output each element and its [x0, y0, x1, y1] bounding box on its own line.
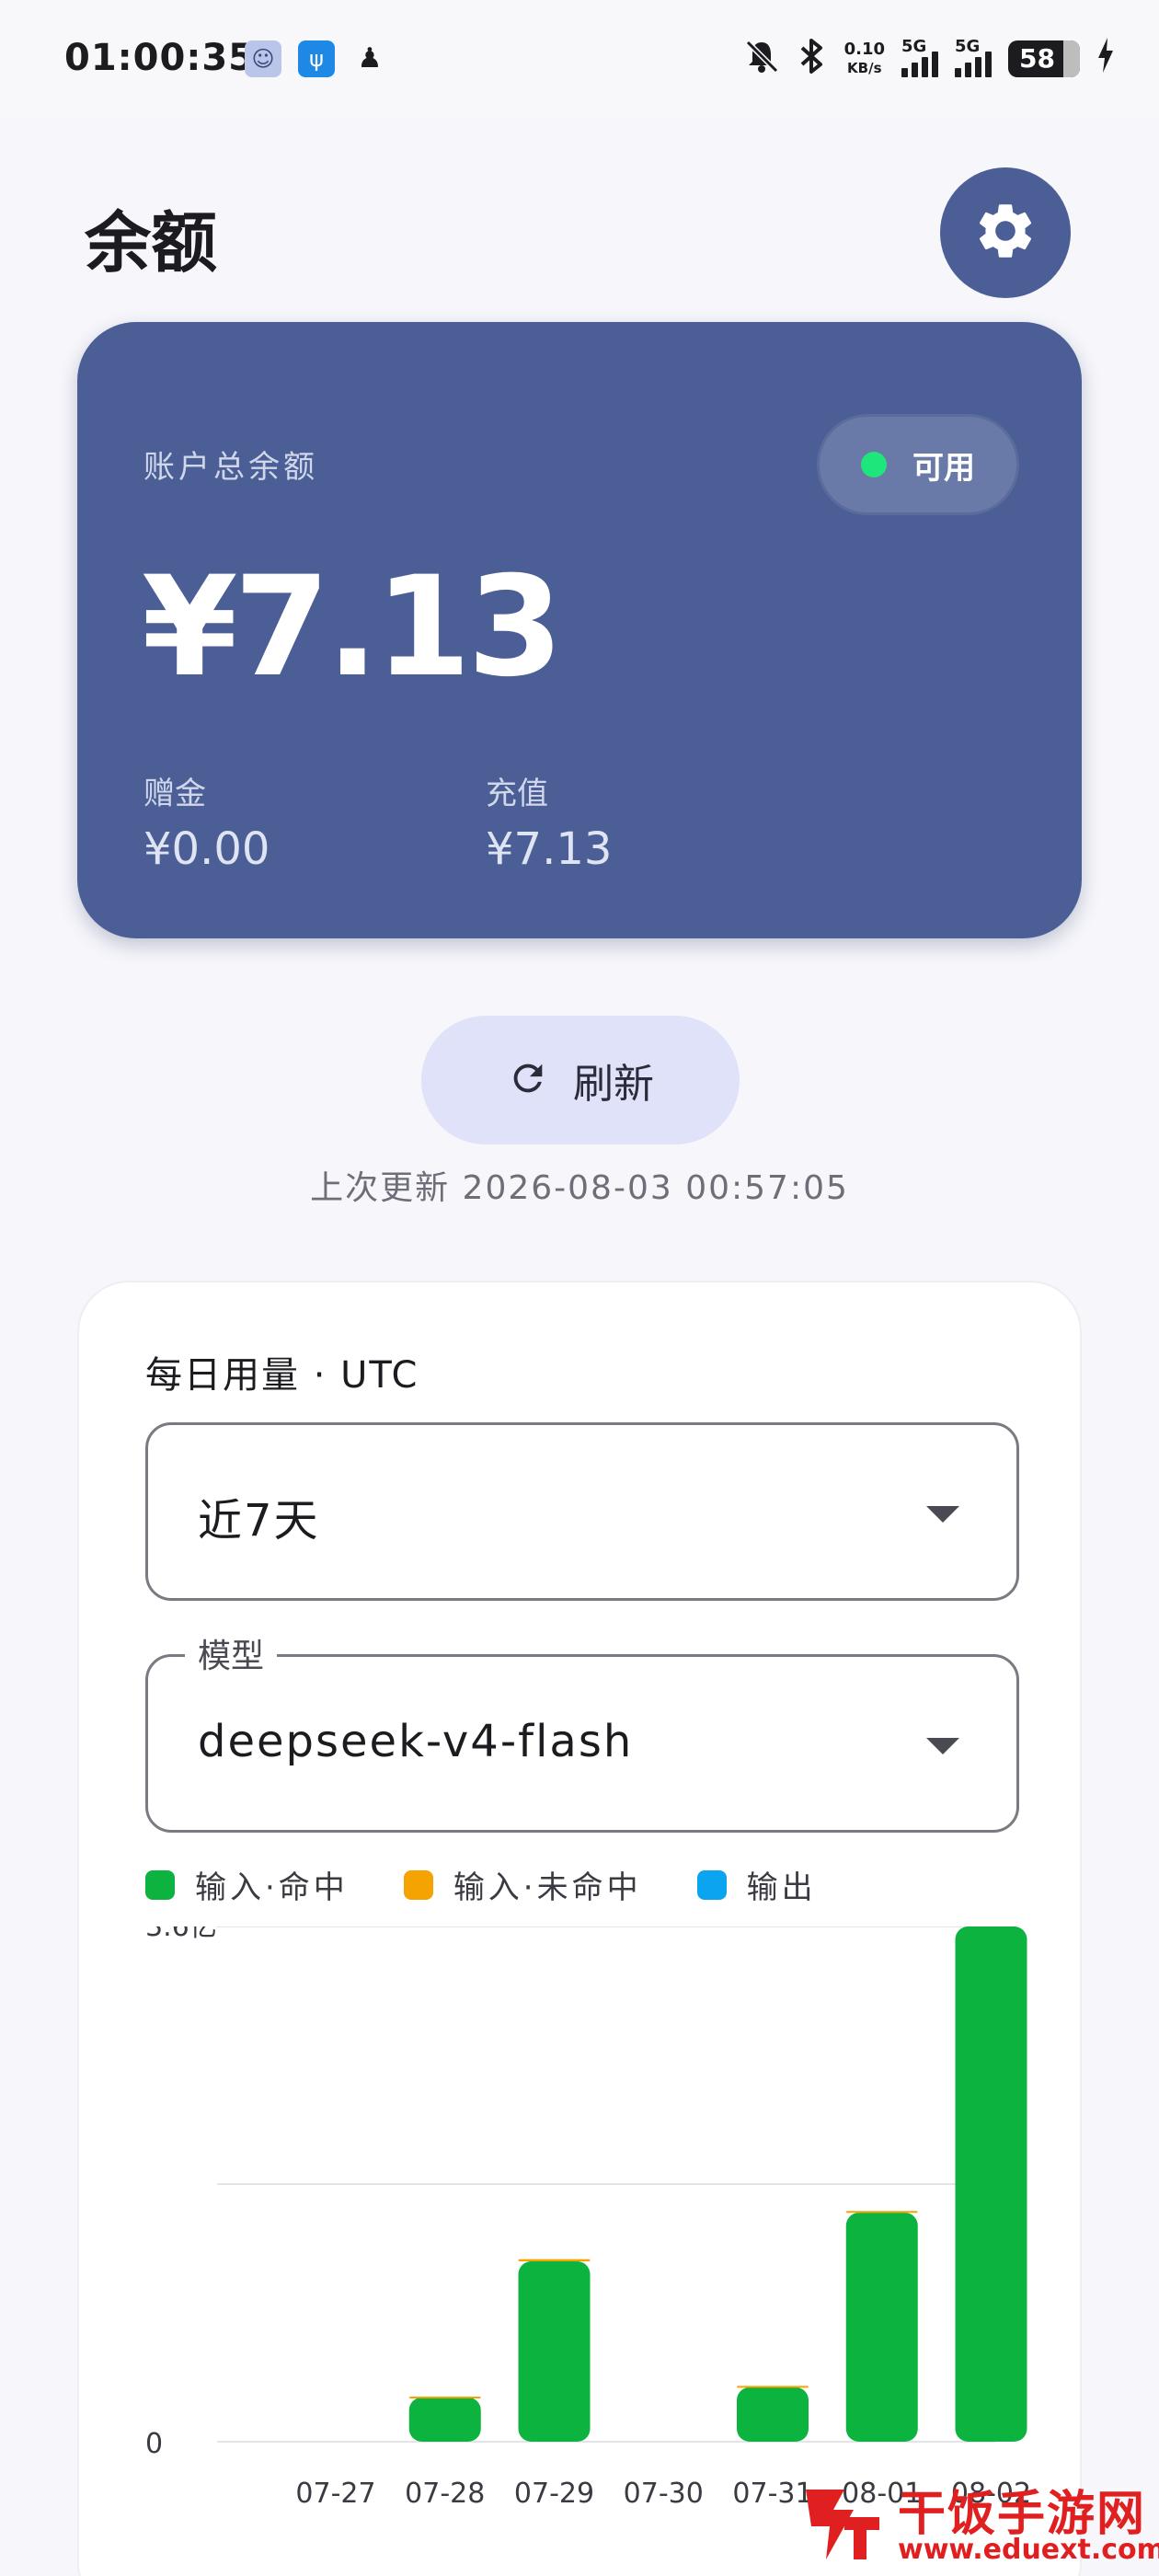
legend-swatch	[403, 1869, 433, 1900]
settings-button[interactable]	[940, 167, 1071, 298]
network-speed-unit: KB/s	[847, 60, 882, 76]
range-select-value: 近7天	[198, 1495, 320, 1547]
status-time: 01:00:35	[64, 37, 255, 79]
legend-label: 输入·未命中	[453, 1869, 642, 1906]
status-dot-icon	[861, 452, 887, 477]
refresh-button[interactable]: 刷新	[421, 1016, 740, 1144]
usage-title: 每日用量 · UTC	[145, 1354, 419, 1397]
x-tick-label: 07-30	[624, 2478, 704, 2510]
last-update-text: 上次更新 2026-08-03 00:57:05	[310, 1169, 849, 1207]
bonus-label: 赠金	[143, 776, 206, 812]
legend-swatch	[696, 1869, 727, 1900]
watermark-url: www.eduext.com	[898, 2534, 1159, 2566]
mute-bell-icon	[743, 38, 780, 80]
bar-segment	[408, 2397, 481, 2398]
bluetooth-icon	[797, 37, 828, 81]
bar-segment	[845, 2213, 918, 2442]
watermark-logo	[806, 2490, 879, 2559]
gear-icon	[972, 198, 1039, 268]
status-text: 可用	[912, 449, 975, 487]
bar-segment	[518, 2259, 591, 2261]
bar-segment	[737, 2386, 809, 2442]
total-balance: ¥7.13	[142, 547, 563, 707]
status-bar: 01:00:35 ☺ ψ ♟ 0.10 KB/s 5G 5G 58	[0, 0, 1159, 120]
balance-label: 账户总余额	[143, 449, 318, 486]
chart-legend: 输入·命中 输入·未命中 输出	[145, 1862, 817, 1907]
page-title: 余额	[85, 204, 218, 282]
status-right-group: 0.10 KB/s 5G 5G 58	[743, 35, 1115, 83]
bar-segment	[408, 2397, 481, 2442]
usb-icon: ψ	[298, 40, 335, 77]
model-select-label: 模型	[185, 1629, 278, 1677]
refresh-label: 刷新	[573, 1061, 654, 1108]
charging-bolt-icon	[1096, 37, 1115, 81]
bonus-value: ¥0.00	[143, 823, 270, 875]
battery-icon: 58	[1008, 40, 1080, 77]
bar-segment	[518, 2261, 591, 2442]
topup-value: ¥7.13	[486, 823, 613, 875]
watermark: 干饭手游网 www.eduext.com	[789, 2471, 1159, 2576]
y-tick-label: 0	[145, 2428, 163, 2460]
legend-item: 输入·未命中	[403, 1862, 642, 1907]
bar-segment	[955, 1926, 1027, 2442]
bar-segment	[845, 2211, 918, 2214]
topup-label: 充值	[486, 776, 548, 812]
network-speed-value: 0.10	[843, 40, 885, 59]
app-avatar-icon: ☺	[245, 40, 281, 77]
balance-card: 账户总余额 可用 ¥7.13 赠金 ¥0.00 充值 ¥7.13	[77, 322, 1082, 938]
legend-label: 输出	[746, 1869, 817, 1906]
battery-level: 58	[1019, 43, 1055, 74]
status-badge: 可用	[817, 414, 1019, 515]
legend-label: 输入·命中	[195, 1869, 349, 1906]
y-tick-label: 3.6亿	[145, 1926, 217, 1943]
model-select-value: deepseek-v4-flash	[198, 1716, 634, 1767]
x-tick-label: 07-28	[405, 2478, 485, 2510]
x-tick-label: 07-29	[514, 2478, 594, 2510]
person-icon: ♟	[357, 42, 383, 75]
legend-item: 输入·命中	[145, 1862, 349, 1907]
x-tick-label: 07-27	[295, 2478, 375, 2510]
signal-icon: 5G	[955, 37, 992, 77]
chevron-down-icon	[926, 1506, 959, 1523]
signal-1-label: 5G	[901, 37, 927, 56]
range-select[interactable]: 近7天	[145, 1422, 1019, 1601]
legend-item: 输出	[696, 1862, 817, 1907]
refresh-icon	[507, 1057, 549, 1103]
signal-icon: 5G	[901, 37, 938, 77]
usage-card: 每日用量 · UTC 近7天 模型 deepseek-v4-flash 输入·命…	[77, 1281, 1082, 2576]
signal-2-label: 5G	[955, 37, 981, 56]
bar-segment	[737, 2386, 809, 2388]
network-speed: 0.10 KB/s	[844, 40, 885, 77]
chevron-down-icon	[926, 1738, 959, 1754]
model-select[interactable]: 模型 deepseek-v4-flash	[145, 1629, 1019, 1833]
legend-swatch	[145, 1869, 175, 1900]
